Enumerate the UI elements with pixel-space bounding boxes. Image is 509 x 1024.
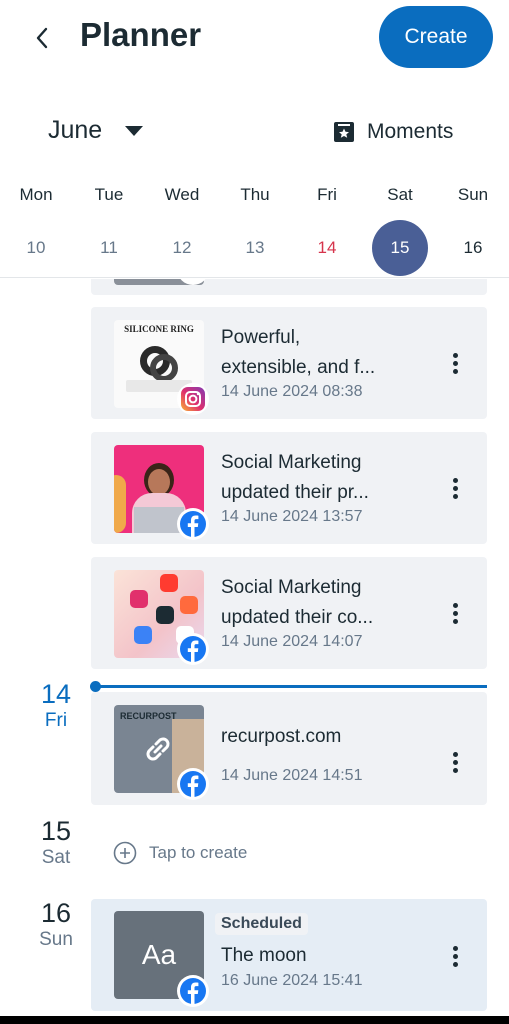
- day-name: Thu: [240, 185, 270, 204]
- text-post-glyph: Aa: [141, 939, 177, 970]
- post-time: 14 June 2024 08:38: [221, 383, 363, 400]
- facebook-badge: [177, 633, 209, 665]
- tap-to-create-button[interactable]: Tap to create: [113, 841, 247, 865]
- page-title: Planner: [80, 16, 202, 53]
- facebook-icon: [180, 636, 206, 662]
- month-dropdown[interactable]: June: [48, 116, 144, 145]
- day-number: 10: [26, 238, 46, 257]
- date-label-today: 14 Fri: [32, 679, 80, 732]
- caret-down-icon: [125, 125, 144, 136]
- more-options-button[interactable]: [443, 348, 467, 378]
- post-title-line: Powerful,: [221, 327, 301, 348]
- facebook-icon: [180, 511, 206, 537]
- post-time: 14 June 2024 13:57: [221, 508, 363, 525]
- day-number: 12: [172, 238, 192, 257]
- more-options-button[interactable]: [443, 473, 467, 503]
- date-weekday: Sun: [39, 929, 73, 950]
- day-sun[interactable]: Sun 16: [443, 178, 503, 276]
- day-number: 14: [317, 238, 337, 257]
- day-mon[interactable]: Mon 10: [6, 178, 66, 276]
- post-title: Social Marketing updated their pr...: [221, 448, 421, 508]
- day-name: Sat: [387, 185, 413, 204]
- moments-label: Moments: [367, 120, 454, 143]
- day-name: Mon: [19, 185, 53, 204]
- week-strip: Mon 10 Tue 11 Wed 12 Thu 13 Fri 14 Sat 1…: [0, 178, 509, 278]
- facebook-badge: [177, 975, 209, 1007]
- star-bookmark-icon: [334, 122, 354, 142]
- tap-to-create-label: Tap to create: [149, 843, 248, 862]
- day-name: Wed: [164, 185, 200, 204]
- post-title-line: recurpost.com: [221, 726, 342, 747]
- timeline[interactable]: SILICONE RING Powerful, extensible, and …: [0, 279, 509, 1024]
- post-title-line: updated their co...: [221, 607, 374, 628]
- facebook-icon: [180, 978, 206, 1004]
- create-button[interactable]: Create: [379, 6, 493, 68]
- day-thu[interactable]: Thu 13: [225, 178, 285, 276]
- date-label: 16 Sun: [32, 898, 80, 951]
- status-badge: Scheduled: [215, 913, 308, 935]
- navigation-bar: [0, 1016, 509, 1024]
- date-weekday: Fri: [44, 710, 68, 731]
- post-title: recurpost.com: [221, 722, 421, 752]
- day-name: Fri: [317, 185, 337, 204]
- post-title-line: updated their pr...: [221, 482, 369, 503]
- facebook-badge: [177, 768, 209, 800]
- back-button[interactable]: [28, 24, 56, 52]
- post-card[interactable]: Social Marketing updated their co... 14 …: [91, 557, 487, 669]
- selected-day-number: 15: [372, 220, 428, 276]
- post-title: The moon: [221, 941, 421, 971]
- post-title-line: extensible, and f...: [221, 357, 376, 378]
- post-title: Powerful, extensible, and f...: [221, 323, 421, 383]
- more-options-button[interactable]: [443, 747, 467, 777]
- month-label: June: [48, 116, 103, 144]
- post-time: 14 June 2024 14:51: [221, 767, 363, 784]
- day-name: Tue: [94, 185, 124, 204]
- plus-circle-icon: [113, 841, 137, 865]
- day-number: 11: [100, 238, 118, 257]
- more-options-button[interactable]: [443, 941, 467, 971]
- date-number: 16: [40, 898, 72, 928]
- date-number: 14: [40, 679, 72, 709]
- post-title-line: The moon: [221, 945, 307, 966]
- post-title-line: Social Marketing: [221, 452, 362, 473]
- date-label: 15 Sat: [32, 816, 80, 869]
- day-tue[interactable]: Tue 11: [79, 178, 139, 276]
- date-weekday: Sat: [41, 847, 71, 868]
- day-number: 13: [245, 238, 265, 257]
- day-fri[interactable]: Fri 14: [297, 178, 357, 276]
- instagram-badge: [177, 383, 209, 415]
- month-toolbar: June Moments: [0, 108, 509, 158]
- post-time: 16 June 2024 15:41: [221, 972, 363, 989]
- post-card[interactable]: RECURPOST recurpost.com 14 June 2024 14:…: [91, 692, 487, 805]
- post-card[interactable]: SILICONE RING Powerful, extensible, and …: [91, 307, 487, 419]
- chevron-left-icon: [36, 27, 48, 49]
- current-time-line: [91, 685, 487, 688]
- post-time: 14 June 2024 14:07: [221, 633, 363, 650]
- thumbnail-caption: RECURPOST: [120, 711, 177, 721]
- day-sat[interactable]: Sat 15: [370, 178, 430, 276]
- more-options-button[interactable]: [443, 598, 467, 628]
- day-number: 16: [463, 238, 483, 257]
- post-card-partial[interactable]: [91, 279, 487, 295]
- instagram-icon: [181, 387, 205, 411]
- scheduled-post-card[interactable]: Aa Scheduled The moon 16 June 2024 15:41: [91, 899, 487, 1011]
- link-icon: [146, 737, 170, 761]
- app-header: Planner Create: [0, 0, 509, 80]
- day-wed[interactable]: Wed 12: [152, 178, 212, 276]
- day-name: Sun: [457, 185, 489, 204]
- facebook-badge: [177, 508, 209, 540]
- post-title: Social Marketing updated their co...: [221, 573, 421, 633]
- thumbnail-caption: SILICONE RING: [124, 324, 194, 334]
- post-title-line: Social Marketing: [221, 577, 362, 598]
- date-number: 15: [40, 816, 72, 846]
- moments-button[interactable]: Moments: [333, 120, 453, 144]
- facebook-icon: [180, 771, 206, 797]
- post-card[interactable]: Social Marketing updated their pr... 14 …: [91, 432, 487, 544]
